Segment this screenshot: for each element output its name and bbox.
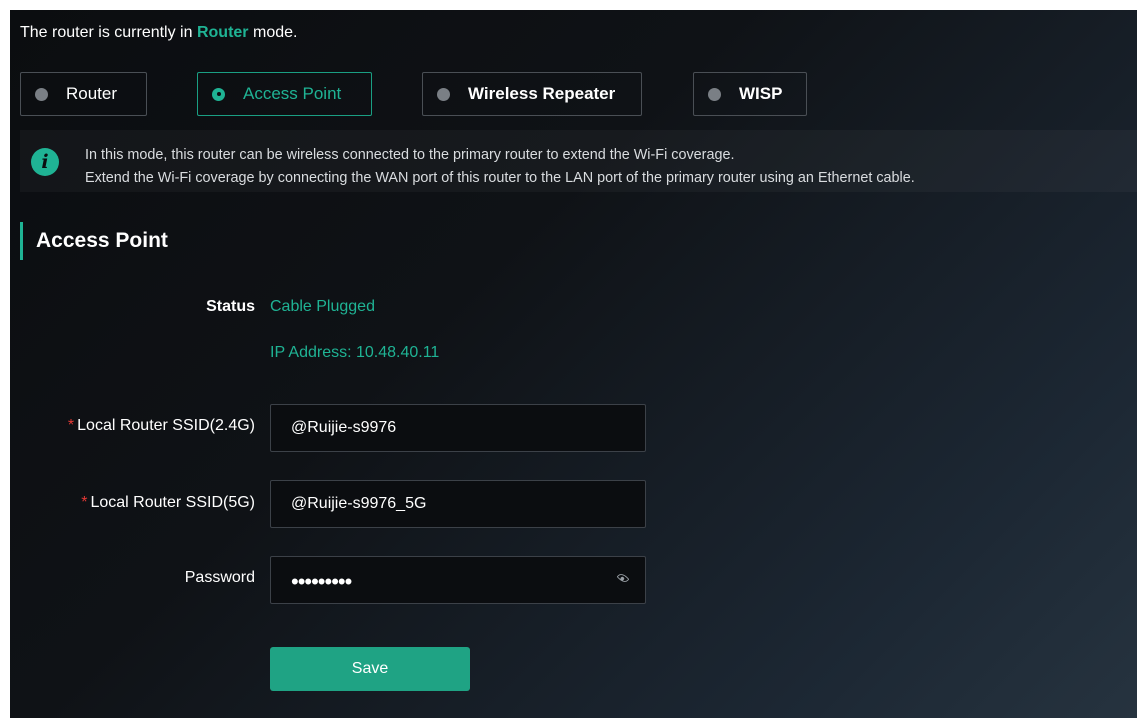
info-line-2: Extend the Wi-Fi coverage by connecting … bbox=[85, 170, 915, 186]
ssid-24g-field[interactable] bbox=[270, 404, 646, 452]
radio-unchecked-icon[interactable] bbox=[708, 87, 721, 101]
status-label: Status bbox=[206, 298, 255, 315]
password-field[interactable]: ••••••••• bbox=[270, 556, 646, 604]
password-masked-value[interactable]: ••••••••• bbox=[291, 569, 352, 594]
status-value: Cable Plugged bbox=[270, 298, 375, 315]
radio-unchecked-icon[interactable] bbox=[35, 87, 48, 101]
ssid-5g-label-text: Local Router SSID(5G) bbox=[90, 494, 255, 511]
ssid-5g-input[interactable] bbox=[291, 495, 591, 513]
current-mode-banner: The router is currently in Router mode. bbox=[20, 24, 297, 42]
ssid-5g-field[interactable] bbox=[270, 480, 646, 528]
ssid-24g-input[interactable] bbox=[291, 419, 591, 437]
info-icon: i bbox=[31, 148, 59, 176]
section-accent-bar bbox=[20, 222, 23, 260]
radio-unchecked-icon[interactable] bbox=[437, 87, 450, 101]
password-label: Password bbox=[184, 569, 255, 586]
mode-option-access-point[interactable]: Access Point bbox=[197, 72, 372, 116]
info-text: In this mode, this router can be wireles… bbox=[85, 144, 915, 190]
current-mode-name: Router bbox=[196, 24, 249, 41]
eye-icon[interactable] bbox=[616, 571, 630, 585]
ssid-5g-label: * Local Router SSID(5G) bbox=[15, 494, 255, 512]
mode-option-wisp[interactable]: WISP bbox=[693, 72, 807, 116]
mode-option-label: Wireless Repeater bbox=[468, 84, 616, 103]
ip-address: IP Address: 10.48.40.11 bbox=[270, 344, 440, 361]
mode-option-label: Access Point bbox=[243, 84, 342, 103]
section-title: Access Point bbox=[36, 229, 168, 252]
banner-prefix: The router is currently in bbox=[20, 24, 193, 41]
required-marker: * bbox=[81, 494, 88, 511]
mode-option-label: WISP bbox=[739, 84, 783, 103]
mode-settings-panel: The router is currently in Router mode. … bbox=[10, 10, 1137, 718]
ssid-24g-label-text: Local Router SSID(2.4G) bbox=[77, 417, 255, 434]
save-button[interactable]: Save bbox=[270, 647, 470, 691]
mode-option-wireless-repeater[interactable]: Wireless Repeater bbox=[422, 72, 642, 116]
info-line-1: In this mode, this router can be wireles… bbox=[85, 147, 735, 163]
ssid-24g-label: * Local Router SSID(2.4G) bbox=[15, 417, 255, 435]
mode-option-router[interactable]: Router bbox=[20, 72, 147, 116]
banner-suffix: mode. bbox=[252, 24, 298, 41]
mode-option-label: Router bbox=[66, 84, 118, 103]
radio-checked-icon[interactable] bbox=[212, 87, 225, 101]
required-marker: * bbox=[67, 417, 75, 434]
